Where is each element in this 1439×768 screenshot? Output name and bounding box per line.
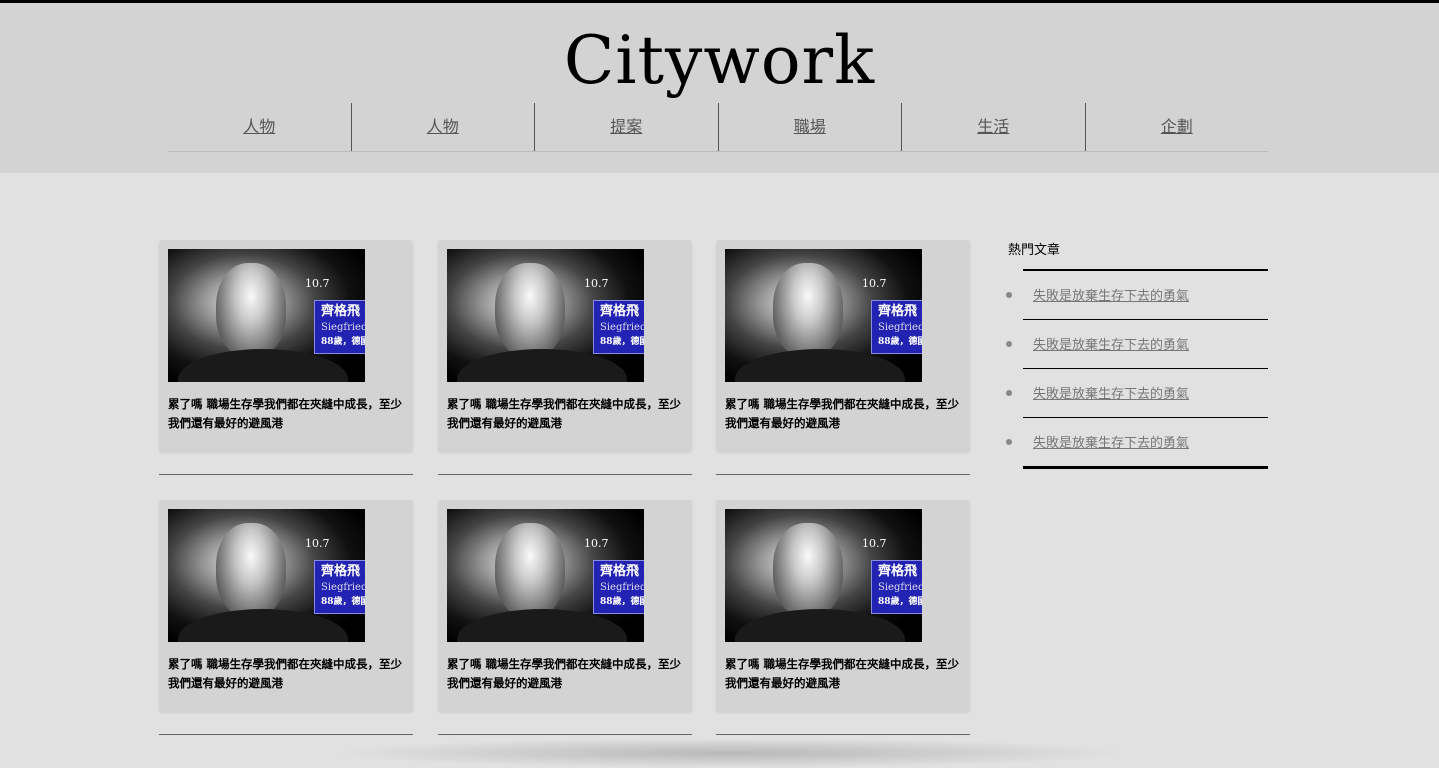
badge-name-en: Siegfried Lenz xyxy=(878,322,922,333)
list-item: 失敗是放棄生存下去的勇氣 xyxy=(1006,271,1268,320)
popular-article-link[interactable]: 失敗是放棄生存下去的勇氣 xyxy=(1033,334,1189,353)
article-caption[interactable]: 累了嗎 職場生存學我們都在夾縫中成長，至少我們還有最好的避風港 xyxy=(447,395,685,433)
article-caption[interactable]: 累了嗎 職場生存學我們都在夾縫中成長，至少我們還有最好的避風港 xyxy=(725,655,963,693)
thumbnail-date: 10.7 xyxy=(305,537,330,550)
badge-name-cn: 齊格飛・藍茨 xyxy=(600,564,644,579)
name-badge: 齊格飛・藍茨 Siegfried Lenz 88歲，德國作家 xyxy=(593,560,644,614)
name-badge: 齊格飛・藍茨 Siegfried Lenz 88歲，德國作家 xyxy=(314,560,365,614)
badge-name-cn: 齊格飛・藍茨 xyxy=(321,564,365,579)
bullet-icon xyxy=(1006,439,1012,445)
thumbnail-date: 10.7 xyxy=(305,277,330,290)
nav-item-life[interactable]: 生活 xyxy=(902,103,1086,151)
main-nav: 人物 人物 提案 職場 生活 企劃 xyxy=(168,103,1268,152)
portrait-face xyxy=(495,523,565,618)
portrait-face xyxy=(216,263,286,358)
name-badge: 齊格飛・藍茨 Siegfried Lenz 88歲，德國作家 xyxy=(314,300,365,354)
badge-name-en: Siegfried Lenz xyxy=(600,582,644,593)
portrait-face xyxy=(216,523,286,618)
badge-subtitle: 88歲，德國作家 xyxy=(321,597,365,607)
badge-subtitle: 88歲，德國作家 xyxy=(878,337,922,347)
article-caption[interactable]: 累了嗎 職場生存學我們都在夾縫中成長，至少我們還有最好的避風港 xyxy=(725,395,963,433)
article-thumbnail[interactable]: 10.7 齊格飛・藍茨 Siegfried Lenz 88歲，德國作家 xyxy=(447,509,644,642)
sidebar-title: 熱門文章 xyxy=(1008,243,1061,258)
badge-subtitle: 88歲，德國作家 xyxy=(600,337,644,347)
thumbnail-date: 10.7 xyxy=(862,277,887,290)
badge-name-cn: 齊格飛・藍茨 xyxy=(878,304,922,319)
thumbnail-date: 10.7 xyxy=(584,537,609,550)
popular-article-link[interactable]: 失敗是放棄生存下去的勇氣 xyxy=(1033,383,1189,402)
bullet-icon xyxy=(1006,292,1012,298)
badge-subtitle: 88歲，德國作家 xyxy=(878,597,922,607)
badge-name-cn: 齊格飛・藍茨 xyxy=(600,304,644,319)
badge-name-cn: 齊格飛・藍茨 xyxy=(321,304,365,319)
article-thumbnail[interactable]: 10.7 齊格飛・藍茨 Siegfried Lenz 88歲，德國作家 xyxy=(725,249,922,382)
thumbnail-date: 10.7 xyxy=(862,537,887,550)
thumbnail-date: 10.7 xyxy=(584,277,609,290)
name-badge: 齊格飛・藍茨 Siegfried Lenz 88歲，德國作家 xyxy=(593,300,644,354)
article-caption[interactable]: 累了嗎 職場生存學我們都在夾縫中成長，至少我們還有最好的避風港 xyxy=(168,395,406,433)
card-divider xyxy=(438,734,692,735)
popular-articles-sidebar: 熱門文章 失敗是放棄生存下去的勇氣 失敗是放棄生存下去的勇氣 失敗是放棄生存下去… xyxy=(1006,238,1268,469)
nav-item-people-1[interactable]: 人物 xyxy=(168,103,352,151)
bullet-icon xyxy=(1006,390,1012,396)
badge-subtitle: 88歲，德國作家 xyxy=(600,597,644,607)
article-caption[interactable]: 累了嗎 職場生存學我們都在夾縫中成長，至少我們還有最好的避風港 xyxy=(447,655,685,693)
badge-subtitle: 88歲，德國作家 xyxy=(321,337,365,347)
badge-name-en: Siegfried Lenz xyxy=(878,582,922,593)
list-item: 失敗是放棄生存下去的勇氣 xyxy=(1006,369,1268,418)
card-divider xyxy=(716,734,970,735)
nav-item-planning[interactable]: 企劃 xyxy=(1086,103,1269,151)
portrait-face xyxy=(773,263,843,358)
article-card[interactable]: 10.7 齊格飛・藍茨 Siegfried Lenz 88歲，德國作家累了嗎 職場生存… xyxy=(438,500,692,712)
badge-name-cn: 齊格飛・藍茨 xyxy=(878,564,922,579)
article-card[interactable]: 10.7 齊格飛・藍茨 Siegfried Lenz 88歲，德國作家累了嗎 職場生存… xyxy=(438,240,692,452)
portrait-face xyxy=(495,263,565,358)
article-thumbnail[interactable]: 10.7 齊格飛・藍茨 Siegfried Lenz 88歲，德國作家 xyxy=(168,509,365,642)
name-badge: 齊格飛・藍茨 Siegfried Lenz 88歲，德國作家 xyxy=(871,560,922,614)
nav-item-workplace[interactable]: 職場 xyxy=(719,103,902,151)
article-caption[interactable]: 累了嗎 職場生存學我們都在夾縫中成長，至少我們還有最好的避風港 xyxy=(168,655,406,693)
article-thumbnail[interactable]: 10.7 齊格飛・藍茨 Siegfried Lenz 88歲，德國作家 xyxy=(168,249,365,382)
article-card[interactable]: 10.7 齊格飛・藍茨 Siegfried Lenz 88歲，德國作家累了嗎 職場生存… xyxy=(159,500,413,712)
card-divider xyxy=(159,734,413,735)
popular-article-link[interactable]: 失敗是放棄生存下去的勇氣 xyxy=(1033,285,1189,304)
article-thumbnail[interactable]: 10.7 齊格飛・藍茨 Siegfried Lenz 88歲，德國作家 xyxy=(447,249,644,382)
badge-name-en: Siegfried Lenz xyxy=(321,322,365,333)
portrait-face xyxy=(773,523,843,618)
article-thumbnail[interactable]: 10.7 齊格飛・藍茨 Siegfried Lenz 88歲，德國作家 xyxy=(725,509,922,642)
badge-name-en: Siegfried Lenz xyxy=(600,322,644,333)
site-logo[interactable]: Citywork xyxy=(0,21,1439,101)
card-divider xyxy=(159,474,413,475)
article-card[interactable]: 10.7 齊格飛・藍茨 Siegfried Lenz 88歲，德國作家累了嗎 職場生存… xyxy=(716,240,970,452)
card-divider xyxy=(438,474,692,475)
list-item: 失敗是放棄生存下去的勇氣 xyxy=(1006,418,1268,466)
nav-item-people-2[interactable]: 人物 xyxy=(352,103,535,151)
badge-name-en: Siegfried Lenz xyxy=(321,582,365,593)
popular-list: 失敗是放棄生存下去的勇氣 失敗是放棄生存下去的勇氣 失敗是放棄生存下去的勇氣 失… xyxy=(1006,269,1268,469)
bottom-shadow xyxy=(330,738,1130,768)
site-header: Citywork 人物 人物 提案 職場 生活 企劃 xyxy=(0,3,1439,173)
list-item: 失敗是放棄生存下去的勇氣 xyxy=(1006,320,1268,369)
bullet-icon xyxy=(1006,341,1012,347)
popular-article-link[interactable]: 失敗是放棄生存下去的勇氣 xyxy=(1033,432,1189,451)
article-card[interactable]: 10.7 齊格飛・藍茨 Siegfried Lenz 88歲，德國作家累了嗎 職場生存… xyxy=(716,500,970,712)
card-divider xyxy=(716,474,970,475)
article-card[interactable]: 10.7 齊格飛・藍茨 Siegfried Lenz 88歲，德國作家累了嗎 職場生存… xyxy=(159,240,413,452)
nav-item-proposal[interactable]: 提案 xyxy=(535,103,719,151)
name-badge: 齊格飛・藍茨 Siegfried Lenz 88歲，德國作家 xyxy=(871,300,922,354)
